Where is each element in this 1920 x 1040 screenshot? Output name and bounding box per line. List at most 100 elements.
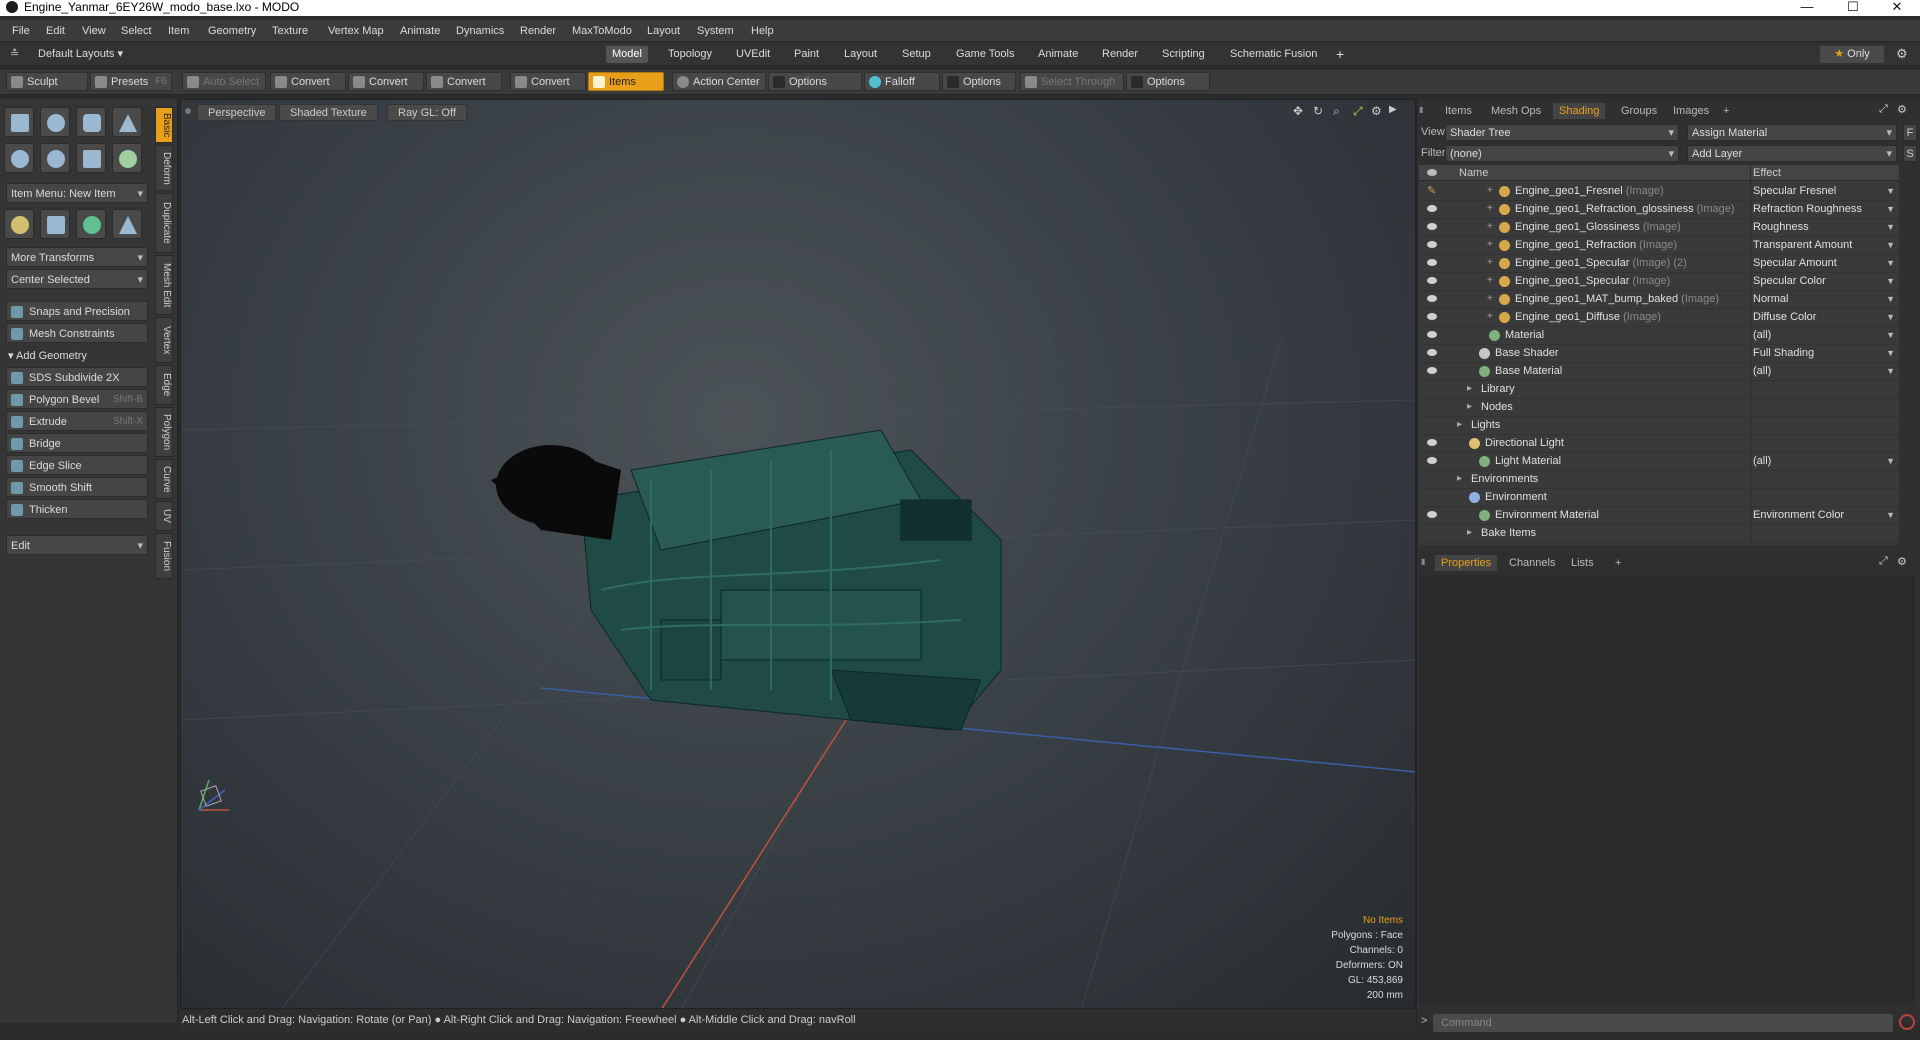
expand-arrow-icon[interactable]: ▸	[1467, 383, 1472, 394]
visibility-eye-icon[interactable]	[1427, 349, 1437, 356]
more-transforms-dropdown[interactable]: More Transforms	[6, 247, 148, 268]
pen-tool-button[interactable]	[76, 143, 106, 173]
effect-dropdown-arrow-icon[interactable]: ▼	[1886, 510, 1895, 520]
vtab-deform[interactable]: Deform	[155, 145, 173, 191]
visibility-header-eye-icon[interactable]	[1427, 169, 1437, 176]
shader-tree-row[interactable]: Base Shader Full Shading ▼	[1419, 345, 1899, 363]
grid-button[interactable]	[40, 209, 70, 239]
rtab-shading[interactable]: Shading	[1553, 103, 1606, 119]
menu-geometry[interactable]: Geometry	[208, 25, 256, 37]
auto-select-button[interactable]: Auto Select	[182, 72, 266, 91]
layer-effect[interactable]: Full Shading	[1753, 347, 1814, 359]
shader-tree-row[interactable]: Light Material (all) ▼	[1419, 453, 1899, 471]
menu-select[interactable]: Select	[121, 25, 152, 37]
maximize-button[interactable]: ☐	[1830, 0, 1876, 16]
tab-animate[interactable]: Animate	[1032, 46, 1084, 63]
props-gear-icon[interactable]: ⚙	[1897, 555, 1907, 568]
visibility-eye-icon[interactable]	[1427, 313, 1437, 320]
vtab-curve[interactable]: Curve	[155, 459, 173, 499]
effect-dropdown-arrow-icon[interactable]: ▼	[1886, 312, 1895, 322]
shader-tree-row[interactable]: + Engine_geo1_Specular (Image) Specular Co…	[1419, 273, 1899, 291]
vtab-basic[interactable]: Basic	[155, 107, 173, 143]
menu-animate[interactable]: Animate	[400, 25, 440, 37]
record-icon[interactable]	[1899, 1014, 1915, 1030]
vtab-edge[interactable]: Edge	[155, 365, 173, 405]
rtab-add[interactable]: +	[1717, 103, 1735, 119]
tab-layout[interactable]: Layout	[838, 46, 883, 63]
layer-effect[interactable]: Specular Color	[1753, 275, 1826, 287]
layer-effect[interactable]: Environment Color	[1753, 509, 1844, 521]
only-toggle[interactable]: ★ Only	[1820, 46, 1884, 63]
expand-arrow-icon[interactable]: ▸	[1467, 401, 1472, 412]
effect-dropdown-arrow-icon[interactable]: ▼	[1886, 204, 1895, 214]
effect-column-header[interactable]: Effect	[1753, 167, 1781, 179]
add-layer-shortcut-button[interactable]: S	[1903, 145, 1917, 162]
expand-arrow-icon[interactable]: ▸	[1457, 419, 1462, 430]
rotate-button[interactable]	[76, 209, 106, 239]
shader-tree-row[interactable]: + Engine_geo1_Diffuse (Image) Diffuse Colo…	[1419, 309, 1899, 327]
visibility-eye-icon[interactable]	[1427, 331, 1437, 338]
tab-uvedit[interactable]: UVEdit	[730, 46, 776, 63]
tab-schematic-fusion[interactable]: Schematic Fusion	[1224, 46, 1323, 63]
assign-material-button[interactable]: Assign Material	[1687, 124, 1897, 141]
transform-button[interactable]	[4, 209, 34, 239]
falloff-button[interactable]: Falloff	[864, 72, 940, 91]
tool-extrude[interactable]: Extrude Shift-X	[6, 411, 148, 431]
menu-layout[interactable]: Layout	[647, 25, 680, 37]
torus-primitive-button[interactable]	[4, 143, 34, 173]
expand-plus-icon[interactable]: +	[1487, 221, 1493, 232]
shader-tree-row[interactable]: ✎ + Engine_geo1_Fresnel (Image) Specular Fr…	[1419, 183, 1899, 201]
layer-effect[interactable]: Roughness	[1753, 221, 1809, 233]
default-layouts-dropdown[interactable]: Default Layouts ▾	[38, 47, 123, 60]
options-button-3[interactable]: Options	[1126, 72, 1210, 91]
tool-bridge[interactable]: Bridge	[6, 433, 148, 453]
snaps-precision-button[interactable]: Snaps and Precision	[6, 301, 148, 321]
gear-icon[interactable]: ⚙	[1896, 46, 1908, 62]
command-input[interactable]: Command	[1433, 1014, 1893, 1032]
visibility-eye-icon[interactable]	[1427, 457, 1437, 464]
layout-arrow-icon[interactable]: ≛	[10, 47, 19, 60]
tool-polygon-bevel[interactable]: Polygon Bevel Shift-B	[6, 389, 148, 409]
tab-game-tools[interactable]: Game Tools	[950, 46, 1021, 63]
options-button-1[interactable]: Options	[768, 72, 862, 91]
add-geometry-header[interactable]: ▾ Add Geometry	[8, 347, 150, 365]
shader-tree-row[interactable]: + Engine_geo1_Refraction_glossiness (Imag…	[1419, 201, 1899, 219]
effect-dropdown-arrow-icon[interactable]: ▼	[1886, 186, 1895, 196]
layer-effect[interactable]: Specular Amount	[1753, 257, 1837, 269]
shader-tree-row[interactable]: Material (all) ▼	[1419, 327, 1899, 345]
shader-tree-row[interactable]: ▸ Nodes	[1419, 399, 1899, 417]
tool-smooth-shift[interactable]: Smooth Shift	[6, 477, 148, 497]
cylinder-primitive-button[interactable]	[76, 107, 106, 137]
visibility-eye-icon[interactable]	[1427, 511, 1437, 518]
menu-system[interactable]: System	[697, 25, 734, 37]
rtab-groups[interactable]: Groups	[1615, 103, 1663, 119]
rtab-mesh-ops[interactable]: Mesh Ops	[1485, 103, 1547, 119]
item-menu-dropdown[interactable]: Item Menu: New Item	[6, 183, 148, 204]
visibility-eye-icon[interactable]	[1427, 439, 1437, 446]
menu-maxtomodo[interactable]: MaxToModo	[572, 25, 632, 37]
layer-effect[interactable]: Diffuse Color	[1753, 311, 1816, 323]
expand-plus-icon[interactable]: +	[1487, 185, 1493, 196]
sphere-primitive-button[interactable]	[40, 107, 70, 137]
ptab-lists[interactable]: Lists	[1565, 555, 1600, 571]
layer-effect[interactable]: Transparent Amount	[1753, 239, 1852, 251]
layer-effect[interactable]: (all)	[1753, 365, 1771, 377]
vtab-mesh-edit[interactable]: Mesh Edit	[155, 255, 173, 315]
shader-tree-row[interactable]: Environment Material Environment Color ▼	[1419, 507, 1899, 525]
minimize-button[interactable]: —	[1784, 0, 1830, 16]
expand-arrow-icon[interactable]: ▸	[1467, 527, 1472, 538]
effect-dropdown-arrow-icon[interactable]: ▼	[1886, 456, 1895, 466]
add-tab-button[interactable]: +	[1330, 46, 1350, 63]
cone-primitive-button[interactable]	[112, 107, 142, 137]
tab-render[interactable]: Render	[1096, 46, 1144, 63]
effect-dropdown-arrow-icon[interactable]: ▼	[1886, 366, 1895, 376]
convert-button-2[interactable]: Convert	[348, 72, 424, 91]
vtab-fusion[interactable]: Fusion	[155, 533, 173, 579]
visibility-eye-icon[interactable]	[1427, 295, 1437, 302]
expand-plus-icon[interactable]: +	[1487, 311, 1493, 322]
visibility-eye-icon[interactable]	[1427, 241, 1437, 248]
menu-file[interactable]: File	[12, 25, 30, 37]
shader-tree-row[interactable]: + Engine_geo1_Glossiness (Image) Roughness…	[1419, 219, 1899, 237]
visibility-eye-icon[interactable]	[1427, 367, 1437, 374]
tab-paint[interactable]: Paint	[788, 46, 825, 63]
